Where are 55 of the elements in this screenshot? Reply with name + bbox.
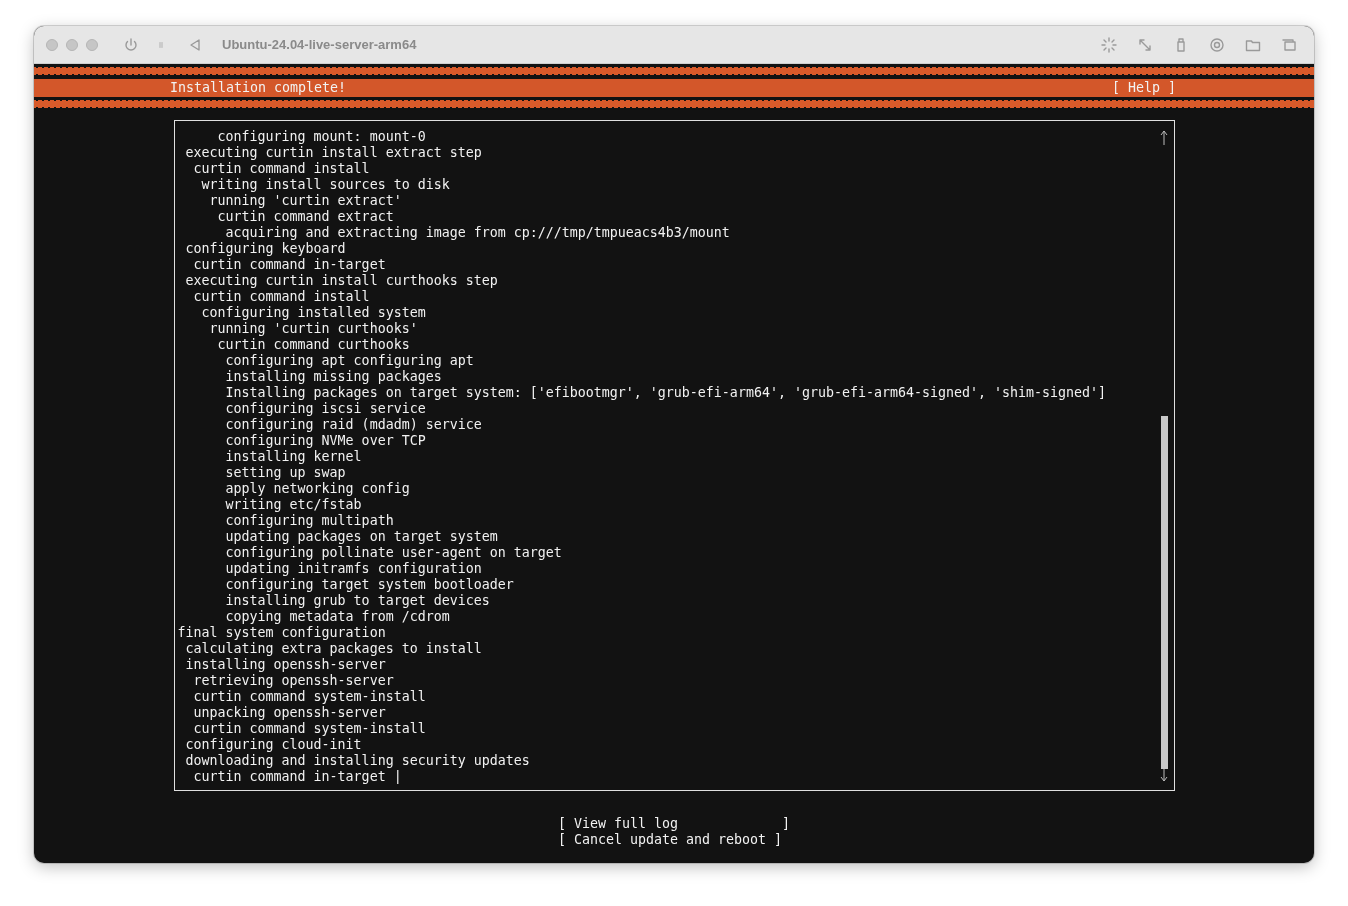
log-line: curtin command install: [192, 289, 371, 305]
menu-button[interactable]: [ View full log ]: [557, 816, 791, 832]
log-line: configuring multipath: [224, 513, 395, 529]
log-line: configuring target system bootloader: [224, 577, 515, 593]
log-line: configuring cloud-init: [184, 737, 363, 753]
log-line: executing curtin install extract step: [184, 145, 483, 161]
log-line: Installing packages on target system: ['efibootmgr', 'grub-efi-arm64', 'grub-efi-arm64-signed', 'shim-signed']: [224, 385, 1108, 401]
minimize-button[interactable]: [66, 38, 78, 51]
log-line: updating packages on target system: [224, 529, 499, 545]
log-line: installing grub to target devices: [224, 593, 491, 609]
log-line: updating initramfs configuration: [224, 561, 483, 577]
log-line: configuring apt configuring apt: [224, 353, 475, 369]
zoom-button[interactable]: [86, 38, 98, 51]
log-line: installing missing packages: [224, 369, 443, 385]
log-line: running 'curtin curthooks': [208, 321, 419, 337]
log-line: installing kernel: [224, 449, 363, 465]
log-line: configuring installed system: [200, 305, 427, 321]
log-line: writing etc/fstab: [224, 497, 363, 513]
close-button[interactable]: [46, 38, 58, 51]
log-line: curtin command install: [192, 161, 371, 177]
log-line: curtin command system-install: [192, 721, 427, 737]
log-line: running 'curtin extract': [208, 193, 403, 209]
log-line: curtin command in-target: [192, 257, 387, 273]
help-button[interactable]: [ Help ]: [1111, 80, 1176, 96]
power-icon[interactable]: [123, 36, 139, 53]
log-line: executing curtin install curthooks step: [184, 273, 499, 289]
log-line: calculating extra packages to install: [184, 641, 483, 657]
log-line: apply networking config: [224, 481, 411, 497]
log-line: installing openssh-server: [184, 657, 387, 673]
log-line: curtin command in-target |: [192, 769, 403, 784]
brightness-icon[interactable]: [1101, 36, 1117, 53]
resize-arrows-icon[interactable]: [1137, 36, 1153, 53]
log-line: curtin command system-install: [192, 689, 427, 705]
log-line: acquiring and extracting image from cp:///tmp/tmpueacs4b3/mount: [224, 225, 731, 241]
log-line: configuring iscsi service: [224, 401, 427, 417]
camera-icon[interactable]: [1209, 36, 1225, 53]
log-line: downloading and installing security updates: [184, 753, 531, 769]
log-line: setting up swap: [224, 465, 347, 481]
log-line: configuring raid (mdadm) service: [224, 417, 483, 433]
log-line: configuring keyboard: [184, 241, 347, 257]
log-line: curtin command curthooks: [216, 337, 411, 353]
log-line: retrieving openssh-server: [192, 673, 395, 689]
log-line: writing install sources to disk: [200, 177, 451, 193]
log-line: copying metadata from /cdrom: [224, 609, 451, 625]
log-line: configuring pollinate user-agent on target: [224, 545, 563, 561]
menu-button[interactable]: [ Cancel update and reboot ]: [557, 832, 791, 848]
scrollbar[interactable]: [1158, 129, 1169, 784]
log-line: configuring mount: mount-0: [216, 129, 427, 145]
log-line: configuring NVMe over TCP: [224, 433, 427, 449]
windows-icon[interactable]: [1281, 36, 1297, 53]
window-title: Ubuntu-24.04-live-server-arm64: [222, 37, 417, 52]
header-title: Installation complete!: [170, 80, 347, 96]
log-line: curtin command extract: [216, 209, 395, 225]
log-line: unpacking openssh-server: [192, 705, 387, 721]
log-line: final system configuration: [177, 625, 387, 641]
